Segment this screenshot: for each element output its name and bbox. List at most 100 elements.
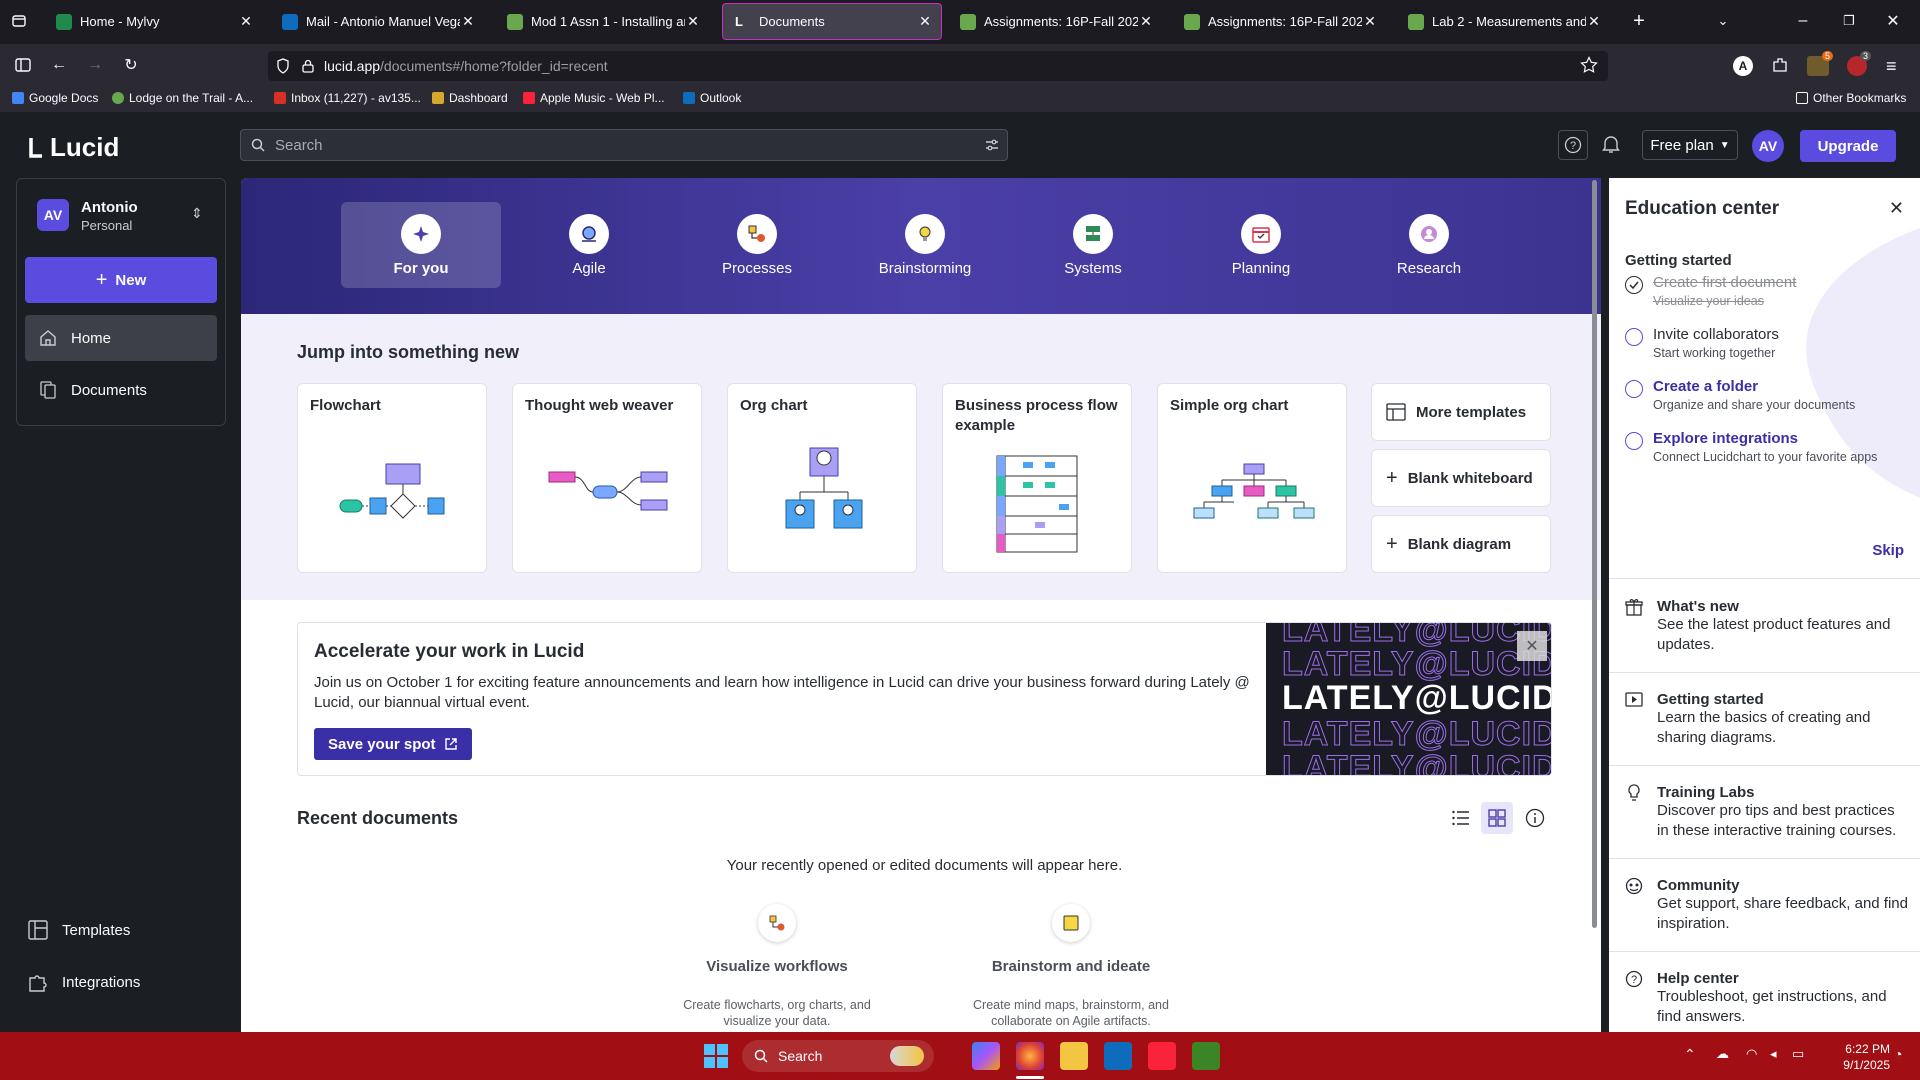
edu-item-community[interactable]: Community Get support, share feedback, an…	[1625, 877, 1910, 934]
volume-icon[interactable]: ◂	[1770, 1046, 1777, 1062]
copilot-icon[interactable]	[972, 1042, 1000, 1070]
template-card-flowchart[interactable]: Flowchart	[297, 383, 487, 573]
edu-item-help-center[interactable]: ? Help center Troubleshoot, get instructi…	[1625, 970, 1910, 1027]
template-card-simple-org-chart[interactable]: Simple org chart	[1157, 383, 1347, 573]
extensions-icon[interactable]	[1771, 56, 1791, 76]
category-research[interactable]: Research	[1349, 202, 1509, 288]
minecraft-icon[interactable]	[1192, 1042, 1220, 1070]
category-systems[interactable]: Systems	[1013, 202, 1173, 288]
bookmark-dashboard[interactable]: Dashboard	[432, 91, 508, 105]
category-brainstorming[interactable]: Brainstorming	[845, 202, 1005, 288]
forward-button[interactable]: →	[84, 54, 106, 76]
category-planning[interactable]: Planning	[1181, 202, 1341, 288]
chevron-down-icon[interactable]: ⌄	[1712, 10, 1734, 32]
browser-tab[interactable]: Lab 2 - Measurements and the ✕	[1396, 3, 1610, 40]
upgrade-button[interactable]: Upgrade	[1800, 130, 1896, 162]
extension-icon[interactable]: 5	[1807, 51, 1833, 76]
template-card-business-process[interactable]: Business process flow example	[942, 383, 1132, 573]
bookmark-google-docs[interactable]: Google Docs	[12, 91, 98, 105]
browser-tab[interactable]: Mail - Antonio Manuel Vega - O ✕	[270, 3, 484, 40]
save-your-spot-button[interactable]: Save your spot	[314, 728, 472, 760]
tab-list-icon[interactable]	[8, 10, 30, 32]
close-icon[interactable]: ✕	[917, 13, 933, 30]
browser-tab[interactable]: Assignments: 16P-Fall 2025-Co ✕	[1172, 3, 1386, 40]
windows-start-icon[interactable]	[704, 1044, 728, 1068]
help-icon[interactable]: ?	[1558, 130, 1588, 160]
star-icon[interactable]	[1580, 56, 1598, 74]
menu-icon[interactable]: ≡	[1886, 56, 1897, 77]
new-tab-button[interactable]: +	[1628, 10, 1650, 32]
notification-bell-icon[interactable]: ◔	[1894, 1046, 1902, 1062]
blank-whiteboard-button[interactable]: + Blank whiteboard	[1371, 449, 1551, 507]
file-explorer-icon[interactable]	[1060, 1042, 1088, 1070]
list-view-icon[interactable]	[1445, 802, 1477, 834]
category-processes[interactable]: Processes	[677, 202, 837, 288]
clock[interactable]: 6:22 PM 9/1/2025	[1820, 1041, 1890, 1073]
lucid-logo[interactable]: Lucid	[28, 132, 119, 163]
bookmark-outlook[interactable]: Outlook	[683, 91, 741, 105]
sidebar-item-integrations[interactable]: Integrations	[28, 972, 140, 992]
restore-button[interactable]: ❐	[1838, 10, 1860, 32]
category-agile[interactable]: Agile	[509, 202, 669, 288]
close-promo-button[interactable]: ✕	[1517, 631, 1547, 661]
browser-tab[interactable]: Assignments: 16P-Fall 2025-Co ✕	[948, 3, 1162, 40]
close-icon[interactable]: ✕	[1586, 13, 1602, 30]
edu-item-training-labs[interactable]: Training Labs Discover pro tips and best …	[1625, 784, 1910, 841]
search-input[interactable]: Search	[240, 129, 1008, 161]
account-switcher-icon[interactable]: ⇕	[191, 205, 203, 222]
close-icon[interactable]: ✕	[1362, 13, 1378, 30]
battery-icon[interactable]: ▭	[1792, 1046, 1804, 1062]
minimize-button[interactable]: –	[1792, 10, 1814, 32]
avatar[interactable]: AV	[1752, 130, 1784, 162]
firefox-icon[interactable]	[1016, 1042, 1044, 1070]
browser-tab[interactable]: Home - Mylvy ✕	[44, 3, 262, 40]
close-icon[interactable]: ✕	[460, 13, 476, 30]
account-extension-icon[interactable]: A	[1733, 56, 1753, 76]
back-button[interactable]: ←	[48, 54, 70, 76]
plan-dropdown[interactable]: Free plan ▼	[1642, 130, 1738, 160]
close-icon[interactable]: ✕	[1138, 13, 1154, 30]
music-icon[interactable]	[1148, 1042, 1176, 1070]
sidebar-item-documents[interactable]: Documents	[25, 367, 217, 413]
browser-tab[interactable]: Mod 1 Assn 1 - Installing and e ✕	[495, 3, 709, 40]
reload-button[interactable]: ↻	[120, 54, 142, 76]
template-card-thought-web-weaver[interactable]: Thought web weaver	[512, 383, 702, 573]
sidebar-item-templates[interactable]: Templates	[28, 920, 130, 940]
edu-item-whats-new[interactable]: What's new See the latest product feature…	[1625, 598, 1910, 655]
taskbar-search[interactable]: Search	[742, 1040, 934, 1072]
bookmark-inbox[interactable]: Inbox (11,227) - av135...	[274, 91, 421, 105]
chevron-up-icon[interactable]: ⌃	[1684, 1046, 1696, 1063]
step-create-first-document[interactable]: Create first document Visualize your ide…	[1625, 274, 1796, 308]
step-invite-collaborators[interactable]: Invite collaborators Start working toget…	[1625, 326, 1779, 360]
extension-icon[interactable]: 3	[1847, 51, 1871, 76]
new-button[interactable]: + New	[25, 257, 217, 303]
grid-view-icon[interactable]	[1481, 802, 1513, 834]
url-bar[interactable]: lucid.app /documents#/home?folder_id=rec…	[268, 51, 1608, 81]
sidebar-item-home[interactable]: Home	[25, 315, 217, 361]
close-icon[interactable]: ✕	[685, 13, 701, 30]
filter-icon[interactable]	[985, 138, 999, 152]
bookmark-lodge[interactable]: Lodge on the Trail - A...	[112, 91, 253, 105]
info-icon[interactable]	[1525, 808, 1545, 828]
bookmark-apple-music[interactable]: Apple Music - Web Pl...	[523, 91, 665, 105]
sidebar-toggle-icon[interactable]	[12, 54, 34, 76]
step-create-folder[interactable]: Create a folder Organize and share your …	[1625, 378, 1855, 412]
bell-icon[interactable]	[1602, 134, 1620, 154]
outlook-icon[interactable]	[1104, 1042, 1132, 1070]
step-explore-integrations[interactable]: Explore integrations Connect Lucidchart …	[1625, 430, 1877, 464]
blank-diagram-button[interactable]: + Blank diagram	[1371, 515, 1551, 573]
wifi-icon[interactable]: ◠	[1746, 1046, 1757, 1062]
cloud-icon[interactable]: ☁	[1716, 1046, 1729, 1062]
browser-tab-active[interactable]: L Documents ✕	[722, 3, 942, 40]
more-templates-button[interactable]: More templates	[1371, 383, 1551, 441]
close-window-button[interactable]: ✕	[1882, 10, 1904, 32]
close-icon[interactable]: ✕	[238, 13, 254, 30]
main-scrollbar[interactable]	[1592, 180, 1597, 928]
template-card-org-chart[interactable]: Org chart	[727, 383, 917, 573]
other-bookmarks[interactable]: Other Bookmarks	[1796, 91, 1906, 105]
close-icon[interactable]: ✕	[1889, 198, 1904, 219]
lock-icon[interactable]	[302, 59, 318, 73]
edu-item-getting-started[interactable]: Getting started Learn the basics of creat…	[1625, 691, 1910, 748]
skip-button[interactable]: Skip	[1872, 542, 1904, 559]
category-for-you[interactable]: For you	[341, 202, 501, 288]
